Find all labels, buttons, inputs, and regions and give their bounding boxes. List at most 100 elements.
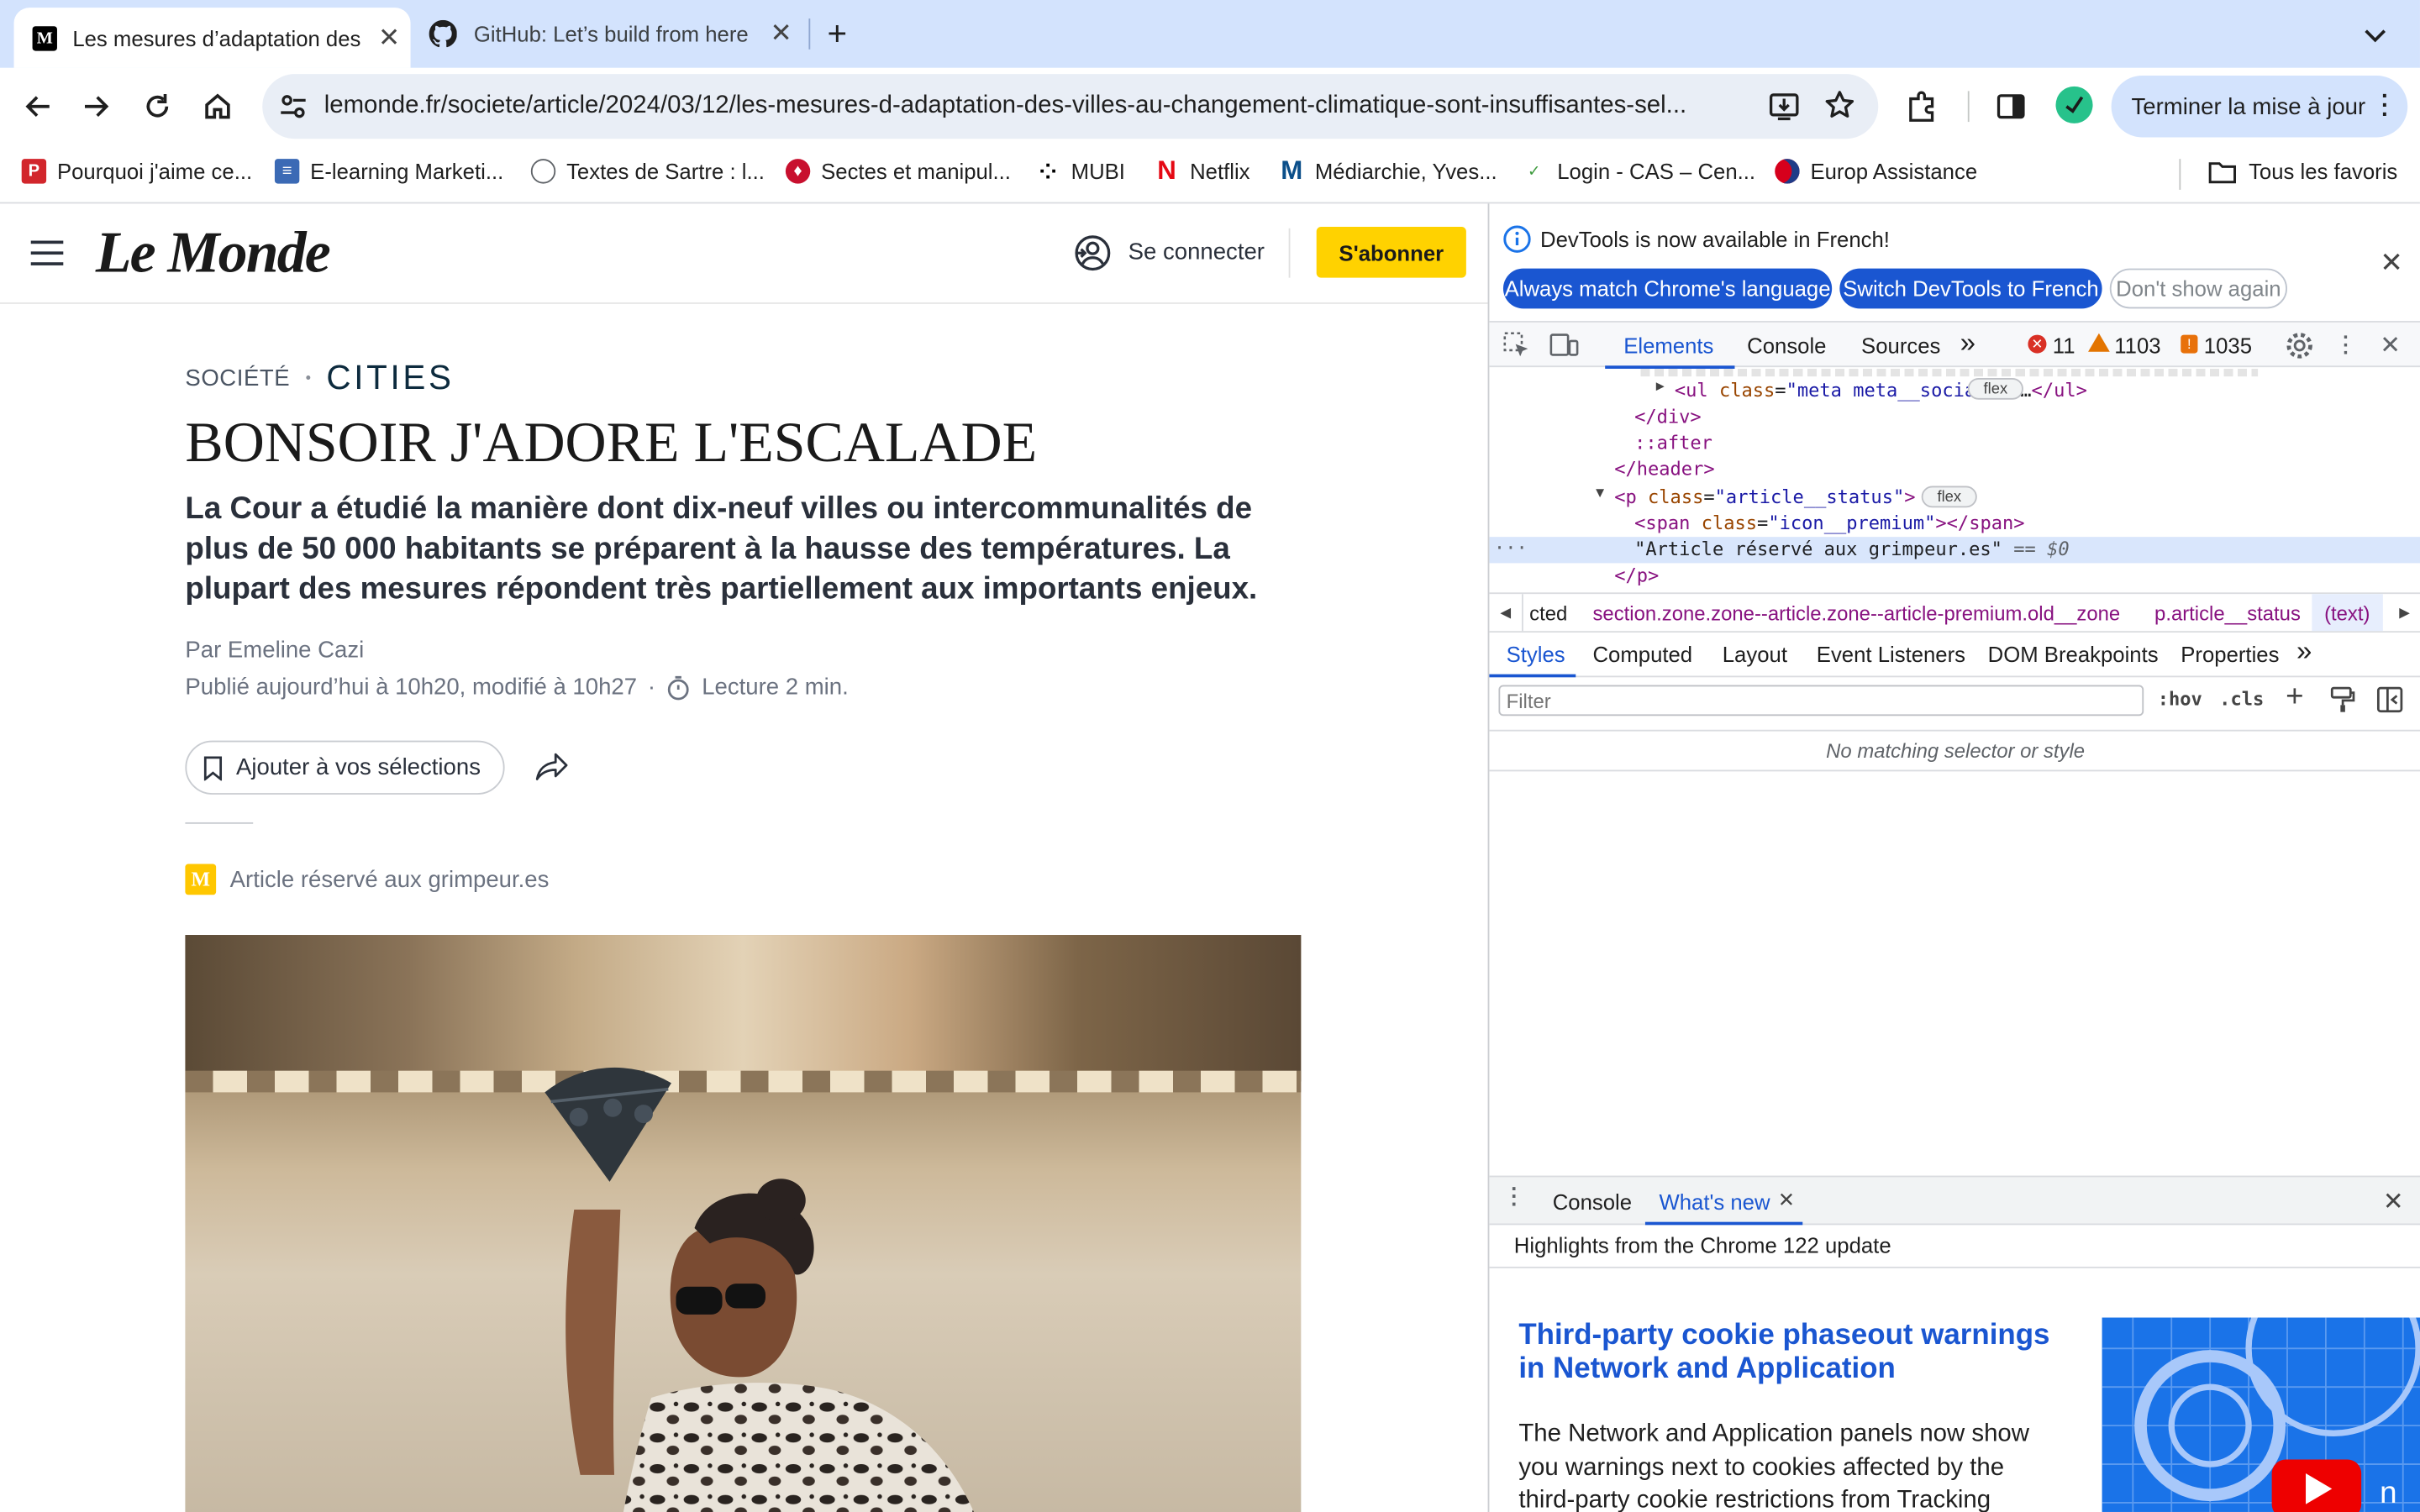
dont-show-again-button[interactable]: Don't show again — [2109, 268, 2287, 309]
subscribe-button[interactable]: S'abonner — [1316, 226, 1466, 278]
dom-line[interactable]: </header> — [1489, 457, 2420, 483]
settings-gear-icon[interactable] — [2286, 332, 2313, 367]
bookmark-item[interactable]: ⁘ MUBI — [1035, 158, 1125, 183]
more-tabs-chevron-icon[interactable]: » — [1960, 327, 1975, 360]
dom-line[interactable]: </div> — [1489, 404, 2420, 430]
drawer-tab-console[interactable]: Console — [1553, 1189, 1632, 1214]
class-toggle[interactable]: .cls — [2219, 688, 2264, 710]
expand-toggle-icon[interactable]: ▶ — [1656, 380, 1665, 395]
dom-line[interactable]: <span class="icon__premium"></span> — [1489, 511, 2420, 537]
expand-toggle-icon[interactable]: ▼ — [1596, 486, 1604, 501]
devtools-kebab-icon[interactable]: · · · — [2343, 327, 2349, 362]
tab-styles[interactable]: Styles — [1489, 634, 1576, 678]
issues-count[interactable]: 1035 — [2204, 333, 2252, 358]
breadcrumb-right-arrow-icon[interactable]: ▶ — [2387, 594, 2420, 631]
flex-badge[interactable]: flex — [1967, 377, 2023, 400]
author-line[interactable]: Par Emeline Cazi — [185, 638, 364, 664]
profile-avatar[interactable] — [2055, 86, 2093, 123]
dom-line[interactable]: ··· "Article réservé aux grimpeur.es" == … — [1489, 537, 2420, 564]
bookmark-item[interactable]: ✓ Login - CAS – Cen... — [1522, 159, 1755, 183]
match-language-button[interactable]: Always match Chrome's language — [1502, 268, 1833, 309]
error-count[interactable]: 11 — [2053, 333, 2075, 358]
save-to-selection-button[interactable]: Ajouter à vos sélections — [185, 740, 505, 795]
bookmark-item[interactable]: M Médiarchie, Yves... — [1280, 156, 1497, 186]
drawer-highlight: Highlights from the Chrome 122 update — [1489, 1225, 2420, 1268]
login-link[interactable]: Se connecter — [1128, 239, 1265, 265]
publication-meta: Publié aujourd’hui à 10h20, modifié à 10… — [185, 675, 848, 701]
premium-label: Article réservé aux grimpeur.es — [229, 866, 550, 893]
bookmark-favicon-icon: P — [21, 159, 47, 184]
breadcrumb-item-selected[interactable]: (text) — [2312, 594, 2383, 632]
tab-console[interactable]: Console — [1747, 333, 1826, 358]
bookmark-item[interactable]: ♦ Sectes et manipul... — [785, 159, 1011, 184]
address-bar[interactable]: lemonde.fr/societe/article/2024/03/12/le… — [262, 74, 1879, 139]
cities-logo[interactable]: CITIES — [326, 358, 454, 398]
hamburger-menu-icon[interactable] — [30, 240, 64, 265]
extensions-puzzle-icon[interactable] — [1906, 90, 1939, 132]
close-devtools-icon[interactable]: ✕ — [2380, 330, 2401, 361]
share-icon[interactable] — [535, 753, 569, 788]
switch-to-french-button[interactable]: Switch DevTools to French — [1839, 268, 2102, 309]
tab-lemonde[interactable]: M Les mesures d’adaptation des villes au… — [13, 8, 411, 68]
dom-line[interactable]: ▶<ul class="meta meta__social ">…</ul> — [1489, 378, 2420, 404]
dom-line[interactable]: ::after — [1489, 430, 2420, 456]
inspect-element-icon[interactable] — [1503, 332, 1529, 365]
dom-line[interactable]: </p> — [1489, 563, 2420, 589]
update-browser-button[interactable]: Terminer la mise à jour · · · — [2111, 75, 2408, 138]
side-panel-icon[interactable] — [1996, 91, 2027, 129]
install-app-icon[interactable] — [1769, 91, 1800, 129]
bookmark-star-icon[interactable] — [1824, 90, 1855, 129]
bookmark-favicon-icon: ♦ — [785, 159, 811, 184]
kebab-menu-icon[interactable]: · · · — [2381, 85, 2389, 127]
tab-computed[interactable]: Computed — [1592, 642, 1692, 666]
tab-elements[interactable]: Elements — [1605, 323, 1735, 369]
account-icon[interactable] — [1074, 234, 1111, 279]
site-settings-icon[interactable] — [279, 92, 307, 128]
device-toolbar-icon[interactable] — [1549, 332, 1579, 365]
breadcrumb-item[interactable]: section.zone.zone--article.zone--article… — [1592, 601, 2120, 625]
bookmark-label: Europ Assistance — [1810, 159, 1978, 184]
more-style-tabs-chevron-icon[interactable]: » — [2296, 636, 2312, 669]
flex-badge[interactable]: flex — [1921, 486, 1977, 508]
reload-icon[interactable] — [137, 87, 177, 127]
close-drawer-icon[interactable]: ✕ — [2383, 1186, 2404, 1217]
forward-arrow-icon[interactable] — [77, 87, 118, 127]
whats-new-title[interactable]: Third-party cookie phaseout warnings in … — [1518, 1319, 2051, 1387]
tab-layout[interactable]: Layout — [1723, 642, 1787, 666]
site-logo[interactable]: Le Monde — [96, 219, 331, 287]
tab-event-listeners[interactable]: Event Listeners — [1817, 642, 1965, 666]
bookmark-item[interactable]: Europ Assistance — [1775, 159, 1978, 184]
breadcrumb-item[interactable]: cted — [1529, 601, 1567, 625]
breadcrumb-item[interactable]: p.article__status — [2154, 601, 2301, 625]
back-arrow-icon[interactable] — [17, 87, 57, 127]
paint-roller-icon[interactable] — [2330, 686, 2355, 720]
browser-toolbar: lemonde.fr/societe/article/2024/03/12/le… — [0, 67, 2420, 145]
tab-sources[interactable]: Sources — [1861, 333, 1940, 358]
tab-github[interactable]: GitHub: Let’s build from here · GitHub ✕ — [429, 0, 808, 68]
styles-filter-input[interactable] — [1498, 685, 2144, 717]
url-text[interactable]: lemonde.fr/societe/article/2024/03/12/le… — [324, 92, 1752, 120]
section-link[interactable]: SOCIÉTÉ — [185, 365, 290, 391]
whats-new-thumbnail[interactable]: n — [2102, 1317, 2420, 1512]
all-bookmarks-button[interactable]: Tous les favoris — [2208, 159, 2397, 184]
drawer-menu-kebab-icon[interactable]: · · · — [1511, 1177, 1518, 1214]
bookmark-item[interactable]: N Netflix — [1155, 156, 1249, 186]
breadcrumb-left-arrow-icon[interactable]: ◀ — [1489, 594, 1523, 632]
home-icon[interactable] — [197, 87, 238, 127]
hover-state-toggle[interactable]: :hov — [2158, 688, 2202, 710]
toggle-sidebar-icon[interactable] — [2376, 686, 2403, 720]
tab-search-chevron-down-icon[interactable] — [2358, 18, 2391, 52]
tab-properties[interactable]: Properties — [2181, 642, 2279, 666]
new-style-rule-icon[interactable]: + — [2286, 680, 2303, 716]
bookmark-item[interactable]: Textes de Sartre : l... — [530, 159, 765, 184]
bookmark-item[interactable]: ≡ E-learning Marketi... — [274, 159, 503, 184]
warning-count[interactable]: 1103 — [2114, 333, 2160, 358]
close-tab-icon[interactable]: ✕ — [1778, 1188, 1795, 1212]
bookmark-item[interactable]: P Pourquoi j'aime ce... — [21, 159, 252, 184]
drawer-tab-whats-new[interactable]: What's new ✕ — [1644, 1177, 1803, 1226]
new-tab-icon[interactable]: + — [827, 14, 847, 55]
close-tab-icon[interactable]: ✕ — [378, 23, 400, 54]
close-tab-icon[interactable]: ✕ — [771, 18, 792, 50]
close-banner-icon[interactable]: ✕ — [2380, 247, 2403, 280]
tab-dom-breakpoints[interactable]: DOM Breakpoints — [1988, 642, 2159, 666]
